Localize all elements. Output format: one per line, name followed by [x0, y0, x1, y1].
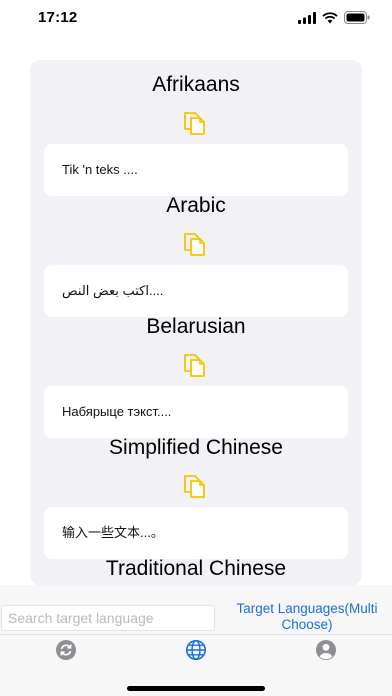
status-icons	[298, 11, 370, 29]
wifi-icon	[322, 11, 338, 29]
language-name: Belarusian	[146, 315, 246, 338]
translation-text[interactable]: Tik 'n teks ....	[44, 144, 348, 196]
target-languages-button[interactable]: Target Languages(Multi Choose)	[222, 601, 392, 635]
copy-icon	[182, 231, 208, 262]
tab-translate-refresh[interactable]	[53, 639, 79, 665]
home-indicator	[127, 686, 265, 691]
language-name: Simplified Chinese	[109, 436, 283, 459]
copy-icon	[182, 110, 208, 141]
tab-languages[interactable]	[183, 639, 209, 665]
translations-list[interactable]: Afrikaans Tik 'n teks .... Arabic اكتب ب…	[30, 60, 362, 585]
battery-icon	[344, 11, 370, 29]
profile-icon	[315, 639, 337, 666]
copy-icon	[182, 473, 208, 504]
status-bar: 17:12	[0, 0, 392, 38]
copy-button[interactable]	[180, 110, 210, 140]
language-name: Arabic	[166, 194, 226, 217]
translation-text[interactable]: اكتب بعض النص....	[44, 265, 348, 317]
copy-button[interactable]	[180, 473, 210, 503]
copy-button[interactable]	[180, 352, 210, 382]
translation-text[interactable]: 输入一些文本...。	[44, 507, 348, 559]
translation-text[interactable]: Набярыце тэкст....	[44, 386, 348, 438]
copy-button[interactable]	[180, 231, 210, 261]
language-name: Traditional Chinese	[105, 557, 287, 580]
signal-icon	[298, 11, 316, 29]
refresh-icon	[55, 639, 77, 666]
language-name: Afrikaans	[152, 73, 240, 96]
status-time: 17:12	[38, 9, 78, 26]
search-input[interactable]	[1, 605, 215, 631]
tab-profile[interactable]	[313, 639, 339, 665]
bottom-area: Target Languages(Multi Choose)	[0, 585, 392, 696]
copy-icon	[182, 352, 208, 383]
globe-icon	[185, 639, 207, 666]
